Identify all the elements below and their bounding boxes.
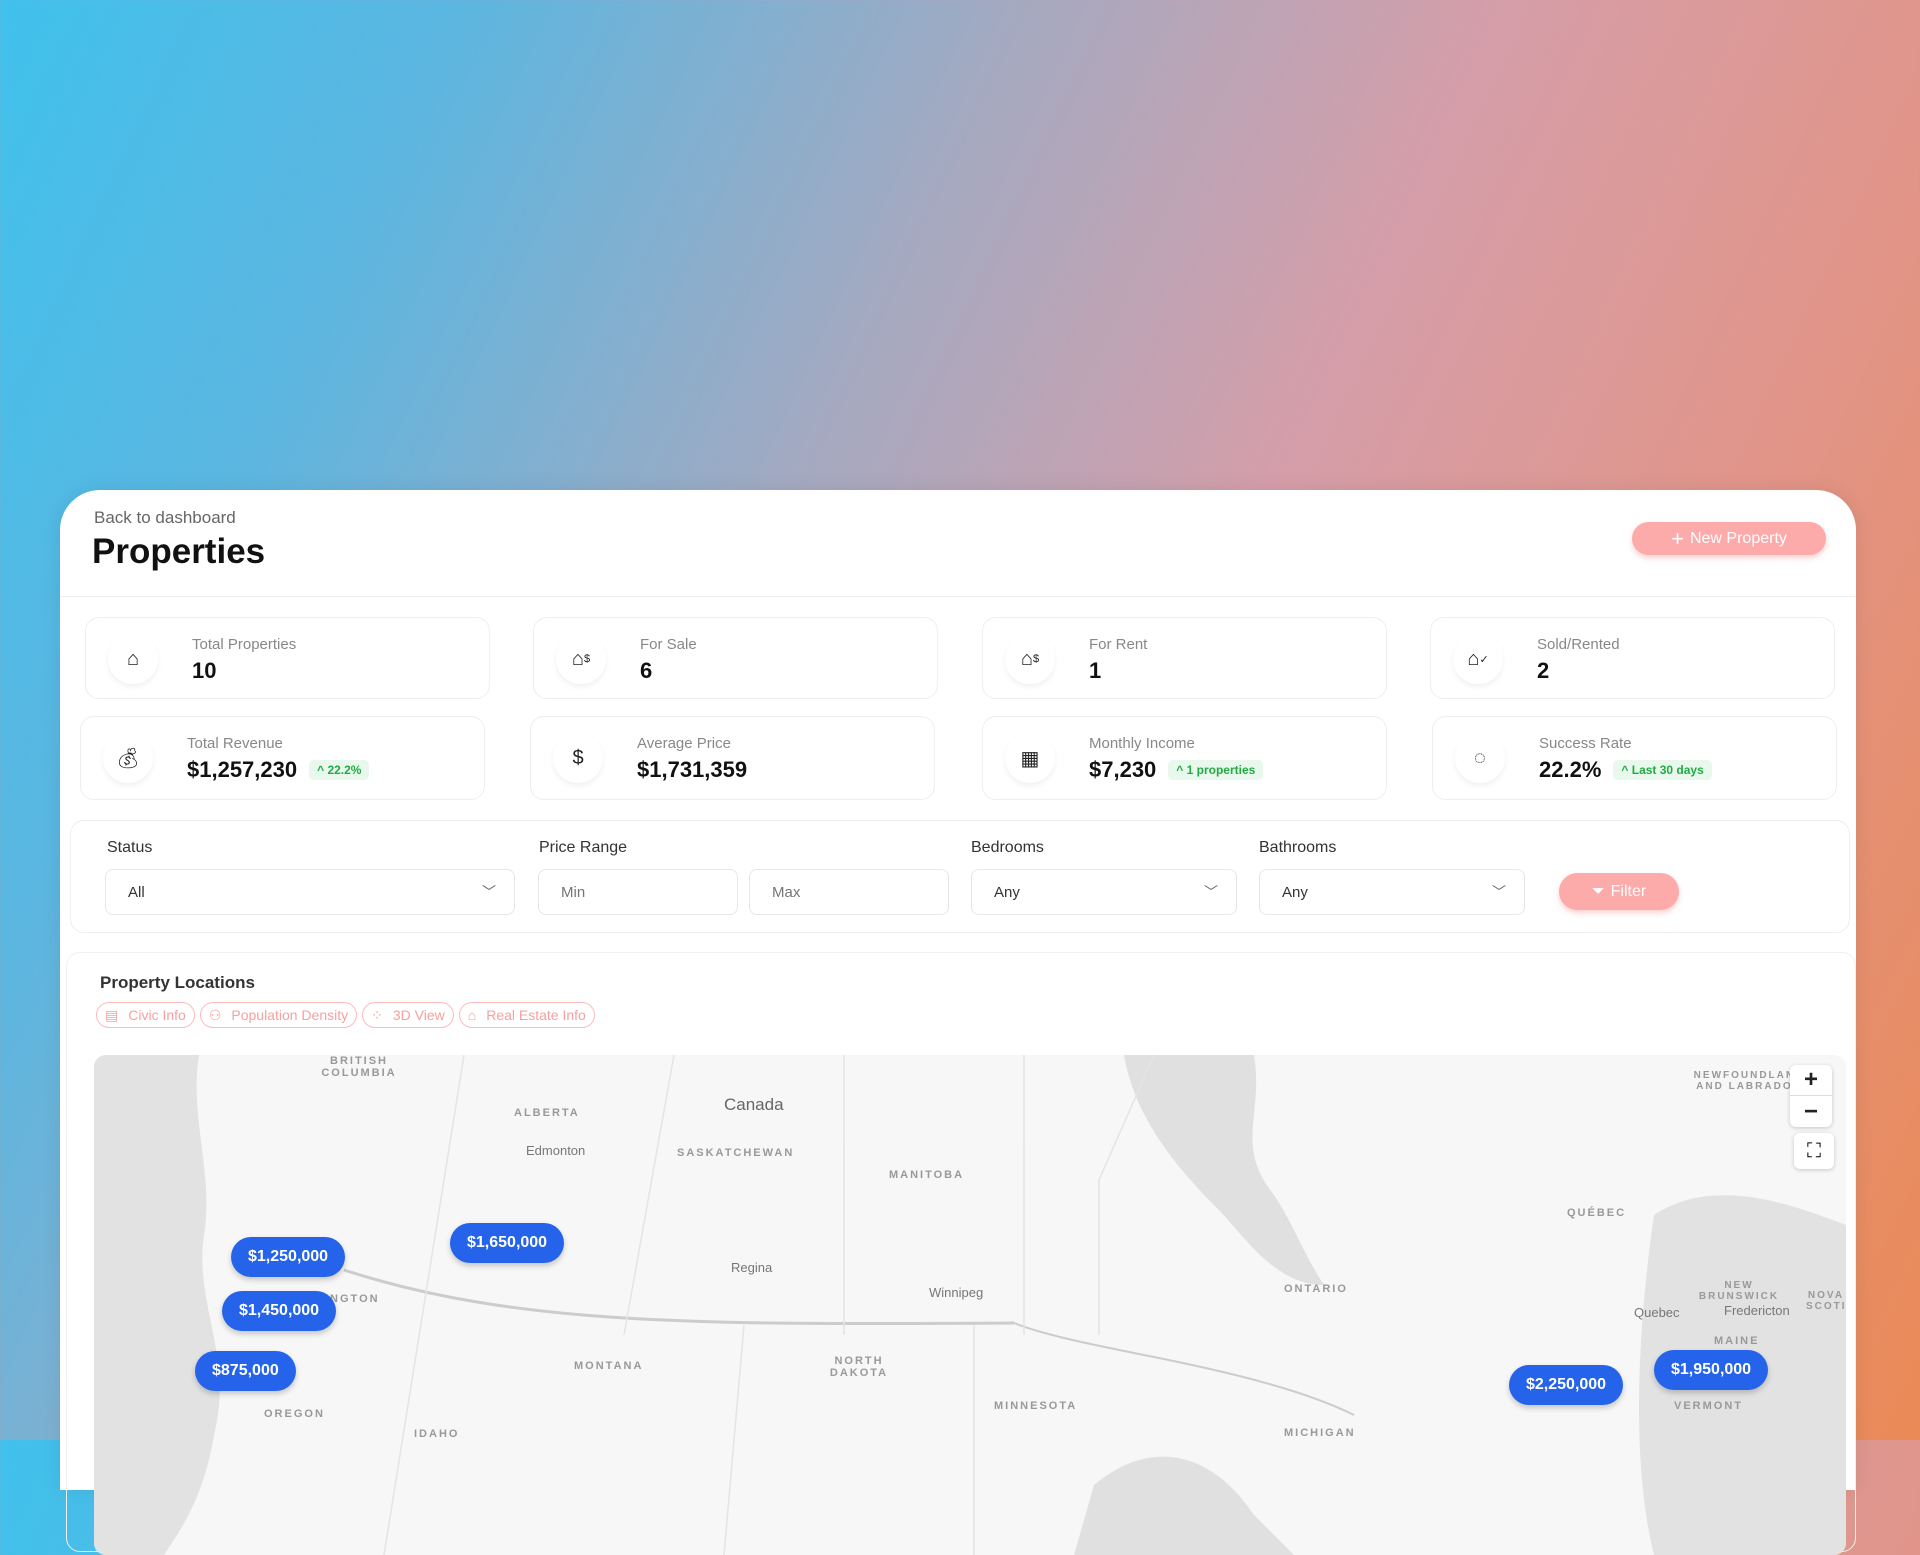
bathrooms-select[interactable]: Any ﹀ (1259, 869, 1525, 915)
dashed-check-circle-icon: ◌ (1455, 733, 1505, 783)
users-icon: ⚇ (208, 1006, 222, 1023)
trend-badge: ^ 22.2% (309, 760, 370, 780)
home-dollar-icon: ⌂ $ (1005, 634, 1055, 684)
price-marker[interactable]: $1,250,000 (231, 1237, 346, 1277)
home-icon: ⌂ (108, 634, 158, 684)
stat-sold-rented: ⌂ ✓ Sold/Rented 2 (1430, 617, 1835, 699)
stat-monthly-income: ▦ Monthly Income $7,230 ^ 1 properties (982, 716, 1387, 800)
status-label: Status (107, 839, 153, 856)
stat-for-sale: ⌂ $ For Sale 6 (533, 617, 938, 699)
chip-real-estate-info[interactable]: ⌂ Real Estate Info (458, 1002, 595, 1028)
map-basemap (94, 1055, 1846, 1555)
back-to-dashboard-link[interactable]: Back to dashboard (94, 508, 236, 528)
chip-3d-view[interactable]: ⁘ 3D View (362, 1002, 454, 1028)
chevron-down-icon: ﹀ (1204, 884, 1218, 900)
new-property-button[interactable]: + New Property (1632, 522, 1826, 555)
chevron-down-icon: ﹀ (482, 884, 496, 900)
chevron-down-icon: ﹀ (1492, 884, 1506, 900)
home-icon: ⌂ (467, 1007, 477, 1023)
price-marker[interactable]: $1,950,000 (1654, 1350, 1769, 1390)
dollar-icon: $ (553, 733, 603, 783)
home-check-icon: ⌂ ✓ (1453, 634, 1503, 684)
bathrooms-label: Bathrooms (1259, 839, 1337, 856)
zoom-out-button[interactable]: − (1790, 1096, 1832, 1127)
stat-for-rent: ⌂ $ For Rent 1 (982, 617, 1387, 699)
home-dollar-icon: ⌂ $ (556, 634, 606, 684)
stat-total-revenue: 💰︎ Total Revenue $1,257,230 ^ 22.2% (80, 716, 485, 800)
stat-average-price: $ Average Price $1,731,359 (530, 716, 935, 800)
price-marker[interactable]: $2,250,000 (1509, 1365, 1624, 1405)
filter-button[interactable]: ⏷ Filter (1559, 873, 1679, 910)
filter-panel: Status All﹀ Price Range Bedrooms Any﹀ Ba… (70, 820, 1850, 933)
zoom-control: + − (1790, 1065, 1832, 1127)
calendar-dollar-icon: ▦ (1005, 733, 1055, 783)
bedrooms-select[interactable]: Any ﹀ (971, 869, 1237, 915)
building-icon: ▤ (105, 1006, 119, 1023)
property-locations-section: Property Locations ▤ Civic Info ⚇ Populati… (66, 952, 1856, 1555)
money-bag-icon: 💰︎ (103, 733, 153, 783)
page-title: Properties (92, 532, 266, 571)
status-select[interactable]: All ﹀ (105, 869, 515, 915)
trend-badge: ^ Last 30 days (1613, 760, 1712, 780)
price-marker[interactable]: $1,650,000 (450, 1223, 565, 1263)
price-range-label: Price Range (539, 839, 628, 856)
funnel-icon: ⏷ (1591, 882, 1605, 900)
bedrooms-label: Bedrooms (971, 839, 1044, 856)
price-marker[interactable]: $875,000 (195, 1351, 296, 1391)
section-title: Property Locations (100, 973, 255, 992)
chip-population-density[interactable]: ⚇ Population Density (199, 1002, 358, 1028)
plus-icon: + (1671, 525, 1684, 551)
divider (60, 596, 1856, 597)
stat-total-properties: ⌂ Total Properties 10 (85, 617, 490, 699)
zoom-in-button[interactable]: + (1790, 1065, 1832, 1096)
stat-success-rate: ◌ Success Rate 22.2% ^ Last 30 days (1432, 716, 1837, 800)
price-marker[interactable]: $1,450,000 (222, 1291, 337, 1331)
cube-icon: ⁘ (371, 1006, 383, 1023)
price-max-input[interactable] (749, 869, 949, 915)
properties-page: Back to dashboard Properties + New Proper… (60, 490, 1856, 1555)
property-map[interactable]: BRITISH COLUMBIA ALBERTA Canada Edmonton… (94, 1055, 1846, 1555)
price-min-input[interactable] (538, 869, 738, 915)
expand-icon: ⛶ (1807, 1139, 1821, 1162)
trend-badge: ^ 1 properties (1168, 760, 1264, 780)
fullscreen-button[interactable]: ⛶ (1794, 1133, 1834, 1169)
chip-civic-info[interactable]: ▤ Civic Info (96, 1002, 195, 1028)
